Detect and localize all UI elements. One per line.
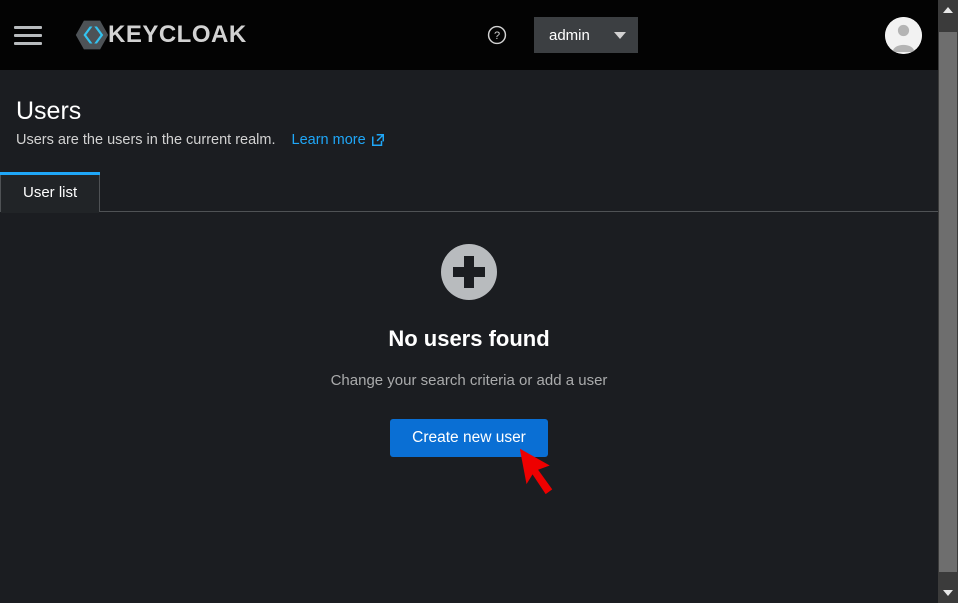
tab-user-list-label: User list [23, 183, 78, 201]
empty-state-body: Change your search criteria or add a use… [330, 372, 608, 389]
hamburger-bar [14, 25, 42, 29]
scroll-down-arrow-icon[interactable] [938, 583, 958, 603]
page-title: Users [16, 97, 82, 125]
page-subtitle: Users are the users in the current realm… [16, 132, 276, 148]
hamburger-bar [14, 33, 42, 37]
masthead-toolbar: ? admin [480, 0, 922, 70]
vertical-scrollbar[interactable] [938, 0, 958, 603]
empty-state-title: No users found [388, 326, 550, 351]
tab-bar: User list [0, 172, 938, 213]
learn-more-label: Learn more [291, 132, 366, 148]
empty-state: No users found Change your search criter… [0, 213, 938, 603]
tab-user-list[interactable]: User list [0, 172, 101, 213]
browser-viewport: KEYCLOAK ? admin Users Users are the use… [0, 0, 958, 603]
realm-selector-label: admin [549, 26, 590, 44]
keycloak-logo-icon [75, 20, 109, 50]
avatar-glyph [885, 17, 922, 54]
plus-circle-icon [441, 244, 497, 300]
brand-name: KEYCLOAK [108, 21, 247, 48]
external-link-icon [371, 134, 384, 146]
scroll-up-glyph [943, 7, 953, 13]
svg-text:?: ? [494, 30, 500, 42]
hamburger-bar [14, 41, 42, 45]
hamburger-icon[interactable] [14, 21, 42, 49]
caret-down-icon [614, 31, 626, 39]
realm-selector-dropdown[interactable]: admin [534, 17, 638, 53]
user-avatar-icon[interactable] [885, 17, 922, 54]
help-circle-icon[interactable]: ? [480, 18, 514, 52]
scrollbar-thumb[interactable] [939, 32, 957, 572]
scroll-down-glyph [943, 590, 953, 596]
masthead: KEYCLOAK ? admin [0, 0, 938, 70]
page-header: Users Users are the users in the current… [0, 70, 938, 148]
scroll-up-arrow-icon[interactable] [938, 0, 958, 20]
learn-more-link[interactable]: Learn more [292, 132, 385, 148]
page-subtitle-row: Users are the users in the current realm… [16, 132, 938, 148]
create-new-user-button[interactable]: Create new user [390, 419, 548, 457]
help-circle-glyph: ? [487, 25, 507, 45]
brand-logo[interactable]: KEYCLOAK [74, 17, 247, 53]
